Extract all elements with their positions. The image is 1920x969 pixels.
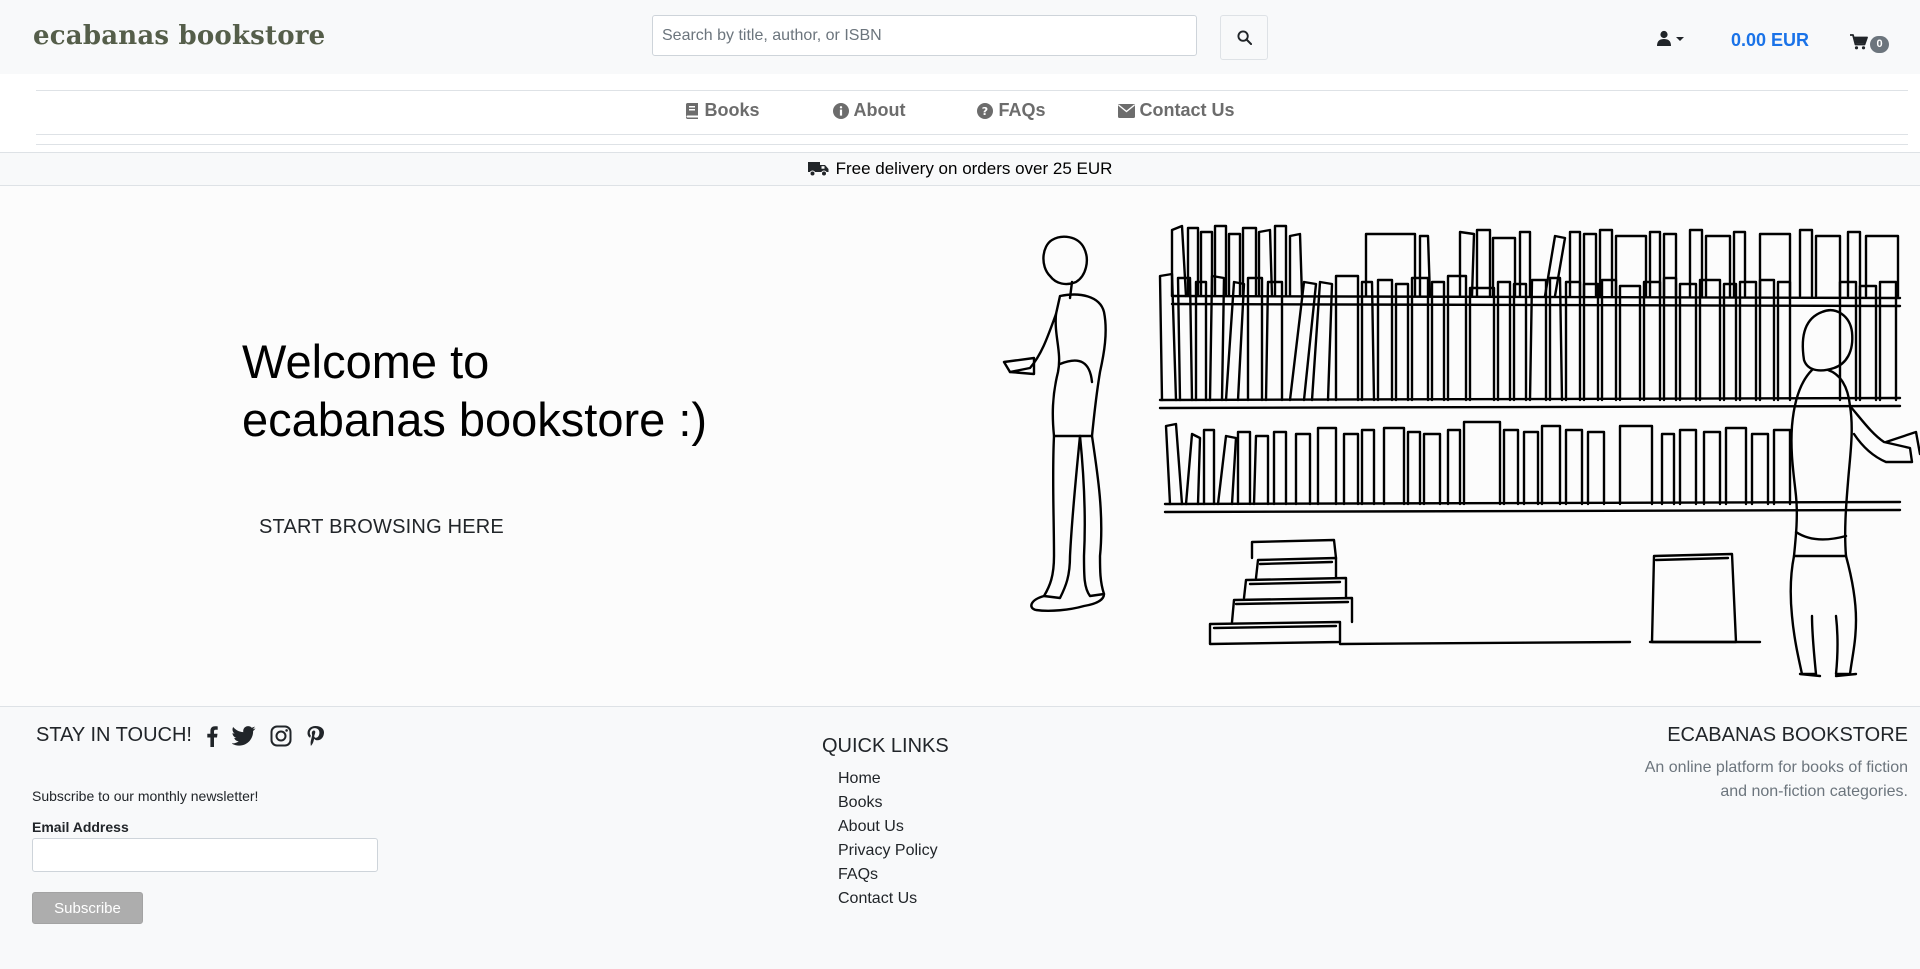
svg-text:?: ?: [982, 105, 988, 118]
instagram-icon: [270, 725, 292, 746]
book-icon: [686, 102, 699, 119]
pinterest-link[interactable]: [306, 725, 324, 747]
user-icon: [1657, 30, 1671, 46]
start-browsing-button[interactable]: START BROWSING HERE: [259, 516, 504, 539]
hero-section: Welcome to ecabanas bookstore :) START B…: [0, 186, 1920, 706]
promo-banner: Free delivery on orders over 25 EUR: [0, 152, 1920, 186]
quick-link-privacy-policy[interactable]: Privacy Policy: [838, 839, 938, 863]
search-input[interactable]: [653, 16, 1196, 55]
hero-title-line-2: ecabanas bookstore :): [242, 393, 708, 446]
nav-item-books[interactable]: Books: [685, 100, 760, 121]
main-navigation: Books About ? FAQs Contact Us: [0, 74, 1920, 152]
quick-links-title: QUICK LINKS: [822, 735, 949, 757]
quick-link-home[interactable]: Home: [838, 767, 938, 791]
nav-item-label: FAQs: [998, 100, 1046, 120]
nav-item-label: Books: [704, 100, 760, 120]
email-field[interactable]: [32, 838, 378, 872]
stay-in-touch-title: STAY IN TOUCH!: [36, 724, 192, 746]
info-icon: [832, 102, 849, 119]
email-label: Email Address: [32, 819, 129, 835]
quick-link-contact-us[interactable]: Contact Us: [838, 887, 938, 911]
twitter-icon: [231, 725, 256, 746]
cart-icon: [1850, 33, 1868, 49]
nav-divider-bottom: [36, 134, 1908, 135]
quick-link-about-us[interactable]: About Us: [838, 815, 938, 839]
stay-in-touch: STAY IN TOUCH!: [36, 724, 324, 747]
nav-item-label: Contact Us: [1139, 100, 1235, 120]
truck-icon: [807, 162, 829, 177]
hero-title-line-1: Welcome to: [242, 335, 490, 388]
twitter-link[interactable]: [231, 725, 256, 746]
bookstore-illustration: [1002, 224, 1920, 678]
instagram-link[interactable]: [270, 725, 292, 747]
quick-link-faqs[interactable]: FAQs: [838, 863, 938, 887]
nav-item-faqs[interactable]: ? FAQs: [977, 100, 1046, 121]
site-header: ecabanas bookstore 0.00 EUR 0: [0, 0, 1920, 74]
promo-text: Free delivery on orders over 25 EUR: [835, 159, 1113, 178]
site-footer: STAY IN TOUCH! Subscribe to our monthly …: [0, 706, 1920, 969]
account-dropdown[interactable]: [1656, 30, 1684, 46]
nav-divider-bottom-2: [36, 144, 1908, 145]
facebook-icon: [207, 725, 218, 747]
quick-link-books[interactable]: Books: [838, 791, 938, 815]
footer-brand-description: An online platform for books of fiction …: [1644, 759, 1908, 800]
nav-item-label: About: [853, 100, 906, 120]
nav-item-contact[interactable]: Contact Us: [1117, 100, 1235, 121]
quick-links-list: Home Books About Us Privacy Policy FAQs …: [838, 767, 938, 911]
cart-button[interactable]: 0: [1850, 30, 1889, 53]
envelope-icon: [1117, 103, 1135, 118]
question-icon: ?: [977, 102, 994, 119]
search-button[interactable]: [1220, 15, 1268, 60]
newsletter-note: Subscribe to our monthly newsletter!: [32, 788, 259, 804]
pinterest-icon: [307, 725, 324, 746]
facebook-link[interactable]: [206, 725, 218, 747]
subscribe-button[interactable]: Subscribe: [32, 892, 143, 924]
hero-title: Welcome to ecabanas bookstore :): [242, 333, 707, 449]
social-links: [206, 725, 324, 747]
footer-brand-title: ECABANAS BOOKSTORE: [1667, 724, 1908, 746]
cart-count-badge: 0: [1870, 36, 1889, 53]
search-box: [652, 15, 1197, 56]
nav-divider-top: [36, 90, 1908, 91]
cart-total[interactable]: 0.00 EUR: [1731, 30, 1809, 51]
nav-item-about[interactable]: About: [832, 100, 906, 121]
site-logo[interactable]: ecabanas bookstore: [33, 21, 325, 51]
chevron-down-icon: [1676, 37, 1684, 41]
search-icon: [1236, 30, 1252, 45]
nav-menu: Books About ? FAQs Contact Us: [0, 100, 1920, 121]
